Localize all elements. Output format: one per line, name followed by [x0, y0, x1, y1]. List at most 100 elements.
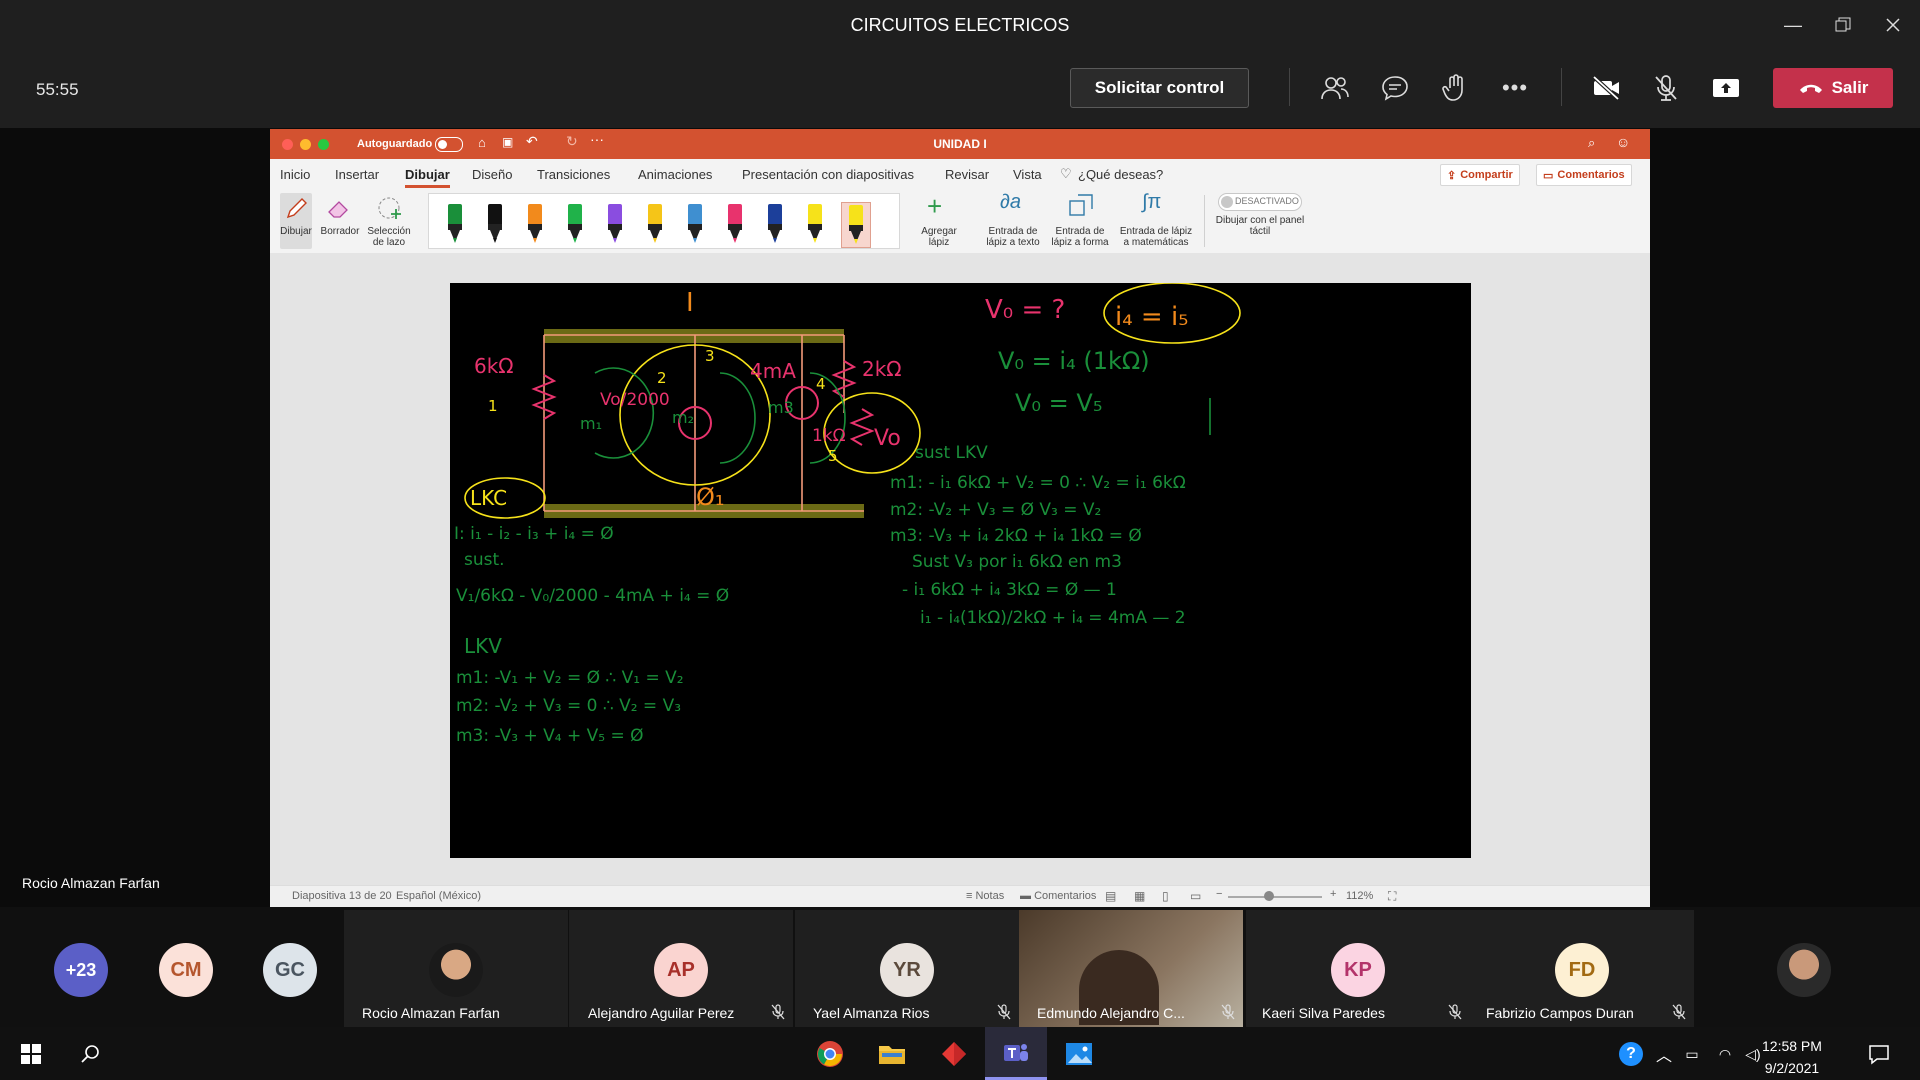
chrome-taskbar-button[interactable] — [813, 1037, 847, 1071]
search-icon[interactable]: ⌕ — [1588, 135, 1595, 151]
fit-slide-icon[interactable]: ⛶ — [1388, 889, 1396, 904]
normal-view-icon[interactable]: ▤ — [1105, 889, 1116, 903]
camera-toggle-button[interactable] — [1587, 70, 1627, 106]
taskbar-clock[interactable]: 12:58 PM 9/2/2021 — [1762, 1035, 1822, 1079]
pen-icon — [808, 204, 822, 243]
pen-6[interactable] — [641, 202, 669, 246]
status-comments-button[interactable]: ▬ Comentarios — [1020, 890, 1096, 902]
ppt-statusbar: Diapositiva 13 de 20 Español (México) ≡ … — [270, 885, 1650, 908]
teams-taskbar-button[interactable] — [985, 1027, 1047, 1080]
resistor-label-6k: 6kΩ — [474, 354, 514, 378]
comment-icon: ▬ — [1020, 890, 1035, 902]
pen-icon — [608, 204, 622, 243]
zoom-out-button[interactable]: − — [1216, 888, 1222, 900]
participant-photo — [429, 943, 483, 997]
pen-icon — [568, 204, 582, 243]
photos-taskbar-button[interactable] — [1062, 1037, 1096, 1071]
participant-avatar: FD — [1555, 943, 1609, 997]
participant-name: Kaeri Silva Paredes — [1262, 1005, 1385, 1021]
comments-button[interactable]: ▭ Comentarios — [1536, 164, 1632, 186]
zoom-in-button[interactable]: + — [1330, 888, 1336, 900]
ink-to-text-button[interactable]: ∂a Entrada de lápiz a texto — [982, 191, 1044, 253]
pen-7[interactable] — [681, 202, 709, 246]
tab-diseno[interactable]: Diseño — [472, 167, 512, 182]
start-button[interactable] — [14, 1037, 48, 1071]
file-explorer-taskbar-button[interactable] — [875, 1037, 909, 1071]
pen-icon — [648, 204, 662, 243]
tell-me-search[interactable]: ¿Qué deseas? — [1078, 167, 1163, 182]
participants-button[interactable] — [1315, 70, 1355, 106]
pen-8[interactable] — [721, 202, 749, 246]
close-button[interactable] — [1870, 8, 1916, 42]
slide-sorter-icon[interactable]: ▦ — [1134, 889, 1145, 903]
leave-meeting-button[interactable]: Salir — [1773, 68, 1893, 108]
pen-icon — [488, 204, 502, 243]
pen-2[interactable] — [481, 202, 509, 246]
tab-inicio[interactable]: Inicio — [280, 167, 310, 182]
lasso-select-button[interactable]: Selección de lazo — [366, 193, 412, 253]
share-label: Compartir — [1460, 169, 1513, 181]
notes-button[interactable]: ≡ Notas — [966, 890, 1004, 902]
lkc-label: LKC — [470, 486, 507, 510]
pen-5[interactable] — [601, 202, 629, 246]
feedback-smiley-icon[interactable]: ☺ — [1616, 134, 1630, 150]
request-control-button[interactable]: Solicitar control — [1070, 68, 1249, 108]
more-participants-button[interactable]: +23 — [54, 943, 108, 997]
zoom-slider[interactable] — [1228, 896, 1322, 898]
tab-presentacion[interactable]: Presentación con diapositivas — [742, 167, 914, 182]
mesh2-equation: m2: -V₂ + V₃ = Ø V₃ = V₂ — [890, 500, 1101, 520]
touchpad-draw-toggle[interactable]: DESACTIVADO — [1218, 193, 1302, 211]
zoom-level[interactable]: 112% — [1346, 890, 1373, 902]
ink-to-shape-button[interactable]: Entrada de lápiz a forma — [1048, 191, 1112, 253]
vo-label: Vo — [874, 426, 901, 451]
tab-transiciones[interactable]: Transiciones — [537, 167, 610, 182]
share-button[interactable]: ⇪ Compartir — [1440, 164, 1520, 186]
slide-canvas[interactable]: I 6kΩ 2kΩ Vo/2000 4mA 1kΩ Vo 1 2 3 4 5 L… — [450, 283, 1471, 858]
hang-up-icon — [1799, 84, 1822, 93]
pen-icon — [728, 204, 742, 243]
pen-11[interactable] — [841, 202, 871, 248]
tab-vista[interactable]: Vista — [1013, 167, 1042, 182]
raise-hand-button[interactable] — [1435, 70, 1475, 106]
search-icon — [81, 1045, 99, 1063]
pen-icon — [448, 204, 462, 243]
more-options-button[interactable]: ••• — [1495, 70, 1535, 106]
red-diamond-app-icon — [942, 1042, 966, 1066]
tab-revisar[interactable]: Revisar — [945, 167, 989, 182]
share-screen-button[interactable] — [1706, 70, 1746, 106]
ink-to-math-button[interactable]: ∫π Entrada de lápiz a matemáticas — [1116, 191, 1196, 253]
pen-icon — [768, 204, 782, 243]
minimize-button[interactable]: — — [1770, 8, 1816, 42]
self-video-preview[interactable] — [1777, 943, 1831, 997]
ink-to-text-label: Entrada de lápiz a texto — [986, 226, 1040, 248]
pen-9[interactable] — [761, 202, 789, 246]
slideshow-icon[interactable]: ▭ — [1190, 889, 1201, 903]
chrome-icon — [817, 1041, 843, 1067]
tab-animaciones[interactable]: Animaciones — [638, 167, 712, 182]
eraser-button[interactable]: Borrador — [320, 193, 360, 249]
language-indicator[interactable]: Español (México) — [396, 890, 481, 902]
tab-insertar[interactable]: Insertar — [335, 167, 379, 182]
reading-view-icon[interactable]: ▯ — [1162, 889, 1169, 903]
draw-tool-button[interactable]: Dibujar — [280, 193, 312, 249]
notifications-button[interactable] — [1862, 1037, 1896, 1071]
add-pen-button[interactable]: + Agregar lápiz — [913, 191, 965, 251]
taskbar-search-button[interactable] — [73, 1037, 107, 1071]
red-app-taskbar-button[interactable] — [937, 1037, 971, 1071]
participant-avatar-gc[interactable]: GC — [263, 943, 317, 997]
restore-button[interactable] — [1820, 8, 1866, 42]
mic-toggle-button[interactable] — [1646, 70, 1686, 106]
help-button[interactable]: ? — [1614, 1037, 1648, 1071]
pen-3[interactable] — [521, 202, 549, 246]
pen-10[interactable] — [801, 202, 829, 246]
ink-to-math-icon: ∫π — [1142, 191, 1162, 213]
zoom-slider-thumb[interactable] — [1264, 891, 1274, 901]
tab-dibujar[interactable]: Dibujar — [405, 167, 450, 188]
participant-avatar-cm[interactable]: CM — [159, 943, 213, 997]
battery-button[interactable]: ▭ — [1675, 1037, 1709, 1071]
mesh-label-m1: m₁ — [580, 414, 602, 433]
chat-button[interactable] — [1375, 70, 1415, 106]
pen-4[interactable] — [561, 202, 589, 246]
comments-label: Comentarios — [1557, 169, 1625, 181]
pen-1[interactable] — [441, 202, 469, 246]
